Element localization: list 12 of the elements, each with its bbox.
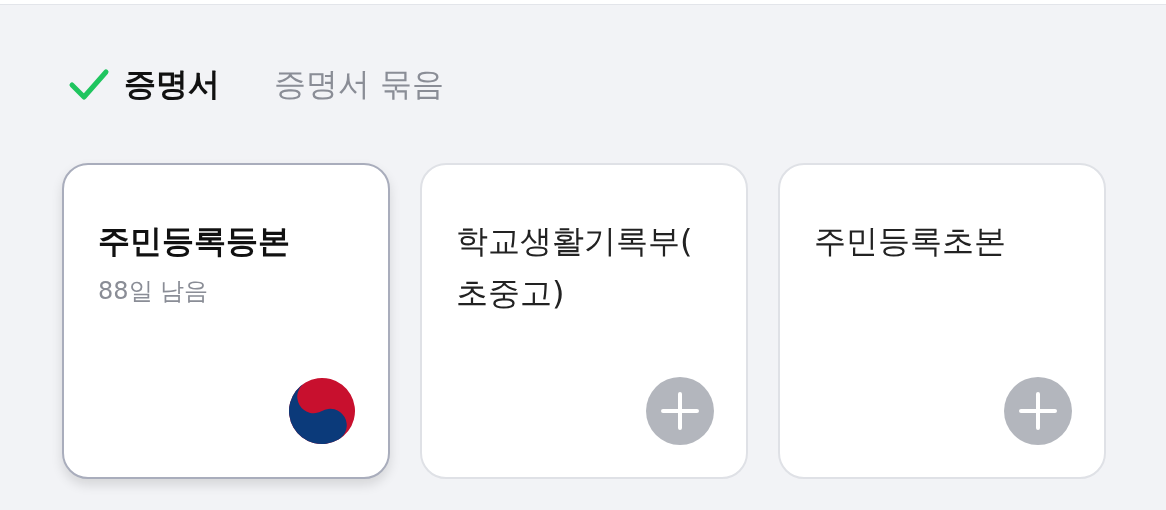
taegeuk-emblem-icon [288, 377, 356, 445]
plus-icon [1018, 391, 1058, 431]
tab[interactable]: 증명서 [68, 63, 220, 107]
certificate-card[interactable]: 학교생활기록부(초중고) [420, 163, 748, 479]
card-title: 학교생활기록부(초중고) [456, 221, 694, 314]
days-remaining: 88일 남음 [98, 276, 210, 307]
card-title: 주민등록초본 [814, 221, 1007, 262]
card-title: 주민등록등본 [98, 221, 291, 262]
certificate-card[interactable]: 주민등록초본 [778, 163, 1106, 479]
check-icon [68, 67, 110, 103]
certificate-card[interactable]: 주민등록등본 88일 남음 [62, 163, 390, 479]
plus-icon [660, 391, 700, 431]
